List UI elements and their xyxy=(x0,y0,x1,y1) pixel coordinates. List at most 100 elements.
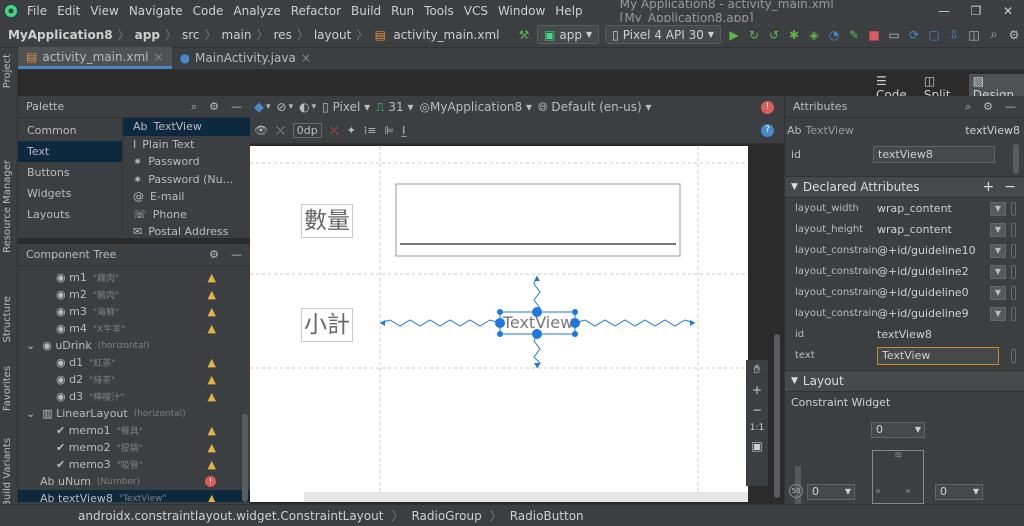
resource-picker-icon[interactable] xyxy=(1011,243,1016,258)
chevron-down-icon[interactable]: ▼ xyxy=(990,201,1006,216)
attributes-scrollbar[interactable] xyxy=(1013,144,1019,174)
palette-category-buttons[interactable]: Buttons xyxy=(18,162,122,183)
folder-icon[interactable]: ▭ xyxy=(884,28,904,42)
minimize-panel-icon[interactable]: — xyxy=(231,248,242,261)
margin-left-select[interactable]: 0 ▼ xyxy=(807,484,855,500)
sync-icon[interactable]: ⟳ xyxy=(904,28,924,42)
minimize-panel-icon[interactable]: — xyxy=(231,100,242,114)
tree-row-selected[interactable]: Ab textView8 "TextView" ▲ xyxy=(18,490,250,502)
resource-picker-icon[interactable] xyxy=(1011,264,1016,279)
sdk-manager-icon[interactable]: ⇩ xyxy=(944,28,964,42)
text-attribute-input[interactable]: TextView xyxy=(877,346,999,365)
gear-icon[interactable]: ⚙ xyxy=(209,100,219,114)
margin-top-select[interactable]: 0 ▼ xyxy=(871,422,925,438)
warning-icon[interactable]: ▲ xyxy=(208,322,216,335)
tree-row[interactable]: Ab uNum (Number)! xyxy=(18,473,250,490)
tree-row[interactable]: ✔ memo1 "餐具" ▲ xyxy=(18,422,250,439)
menu-file[interactable]: File xyxy=(22,4,52,18)
project-tool-tab[interactable]: Project xyxy=(2,54,13,88)
stop-icon[interactable]: ■ xyxy=(864,28,884,42)
selected-textview[interactable]: TextView xyxy=(502,313,574,333)
chevron-down-icon[interactable]: ▼ xyxy=(990,306,1006,321)
warning-icon[interactable]: ▲ xyxy=(208,288,216,301)
tree-row[interactable]: ⌄ ▥ LinearLayout (horizontal) xyxy=(18,405,250,422)
tree-row[interactable]: ◉ m2 "豬肉" ▲ xyxy=(18,286,250,303)
attach-debugger-icon[interactable]: ✎ xyxy=(844,28,864,42)
menu-tools[interactable]: Tools xyxy=(419,4,459,18)
gear-icon[interactable]: ⚙ xyxy=(209,248,219,261)
layers-icon[interactable]: ◆ xyxy=(254,100,264,115)
zoom-fit-icon[interactable]: ▣ xyxy=(751,439,762,453)
structure-tool-tab[interactable]: Structure xyxy=(2,296,13,343)
resource-picker-icon[interactable] xyxy=(1011,285,1016,300)
tab-main-activity[interactable]: ● MainActivity.java × xyxy=(172,47,319,69)
attribute-row[interactable]: id textView8 xyxy=(785,324,1024,345)
palette-item[interactable]: ☏ Phone xyxy=(123,206,250,224)
infer-constraints-icon[interactable]: ✦ xyxy=(347,124,356,137)
palette-item[interactable]: ⁕ Password xyxy=(123,153,250,171)
warning-icon[interactable]: ▲ xyxy=(208,271,216,284)
search-icon[interactable]: ⌕ xyxy=(965,100,971,114)
warning-icon[interactable]: ▲ xyxy=(208,356,216,369)
tree-row[interactable]: ⌄ ◉ uDrink (horizontal) xyxy=(18,337,250,354)
pan-icon[interactable]: ✋︎ xyxy=(754,362,761,377)
palette-item[interactable]: @ E-mail xyxy=(123,188,250,206)
warning-icon[interactable]: ▲ xyxy=(208,441,216,454)
breadcrumb-src[interactable]: src xyxy=(179,28,203,42)
gear-icon[interactable]: ⚙ xyxy=(983,100,993,114)
help-icon[interactable]: ? xyxy=(761,124,774,137)
warning-icon[interactable]: ▲ xyxy=(208,390,216,403)
margin-right-select[interactable]: 0 ▼ xyxy=(935,484,983,500)
layout-section[interactable]: ▼ Layout xyxy=(785,370,1024,392)
profile-icon[interactable]: ◔ xyxy=(824,28,844,42)
minimize-panel-icon[interactable]: — xyxy=(1005,100,1016,114)
search-icon[interactable]: ⌕ xyxy=(984,27,1004,42)
palette-item[interactable]: Ab TextView xyxy=(123,118,250,136)
id-input[interactable]: textView8 xyxy=(873,145,995,163)
palette-item[interactable]: ⁕ Password (Nu... xyxy=(123,171,250,189)
palette-category-widgets[interactable]: Widgets xyxy=(18,183,122,204)
status-crumb-radiogroup[interactable]: RadioGroup xyxy=(411,509,481,523)
run-icon[interactable]: ▶ xyxy=(724,28,744,42)
breadcrumb-main[interactable]: main xyxy=(219,28,255,42)
warning-icon[interactable]: ▲ xyxy=(208,424,216,437)
tree-row[interactable]: ◉ d3 "檸檬汁" ▲ xyxy=(18,388,250,405)
chevron-down-icon[interactable]: ⌄ xyxy=(26,407,35,420)
error-icon[interactable]: ! xyxy=(761,100,774,114)
align-icon[interactable]: ⊫ xyxy=(385,124,395,137)
palette-category-layouts[interactable]: Layouts xyxy=(18,204,122,225)
breadcrumb-file[interactable]: activity_main.xml xyxy=(390,28,502,42)
tree-scrollbar[interactable] xyxy=(242,414,248,502)
status-crumb-radiobutton[interactable]: RadioButton xyxy=(510,509,584,523)
theme-select[interactable]: ◎MyApplication8 ▾ xyxy=(420,100,532,114)
attribute-value[interactable]: textView8 xyxy=(877,328,1024,341)
restore-icon[interactable]: ❐ xyxy=(960,4,992,18)
resource-picker-icon[interactable] xyxy=(1011,348,1016,363)
chevron-down-icon[interactable]: ▼ xyxy=(990,264,1006,279)
tree-row[interactable]: ◉ d2 "綠茶" ▲ xyxy=(18,371,250,388)
build-variants-tool-tab[interactable]: Build Variants xyxy=(2,438,13,507)
attribute-row[interactable]: layout_constrain...@+id/guideline10▼ xyxy=(785,240,1024,261)
clear-constraints-icon[interactable]: ⤫ xyxy=(330,124,339,138)
status-crumb-constraintlayout[interactable]: androidx.constraintlayout.widget.Constra… xyxy=(0,509,383,523)
attribute-row[interactable]: text TextView xyxy=(785,345,1024,366)
run-config-select[interactable]: ▣ app ▼ xyxy=(537,25,600,44)
attribute-row[interactable]: layout_width wrap_content ▼ xyxy=(785,198,1024,219)
tree-row[interactable]: ◉ m1 "雞肉" ▲ xyxy=(18,269,250,286)
menu-analyze[interactable]: Analyze xyxy=(228,4,285,18)
zoom-out-icon[interactable]: − xyxy=(752,403,762,417)
breadcrumb-project[interactable]: MyApplication8 xyxy=(0,28,116,42)
menu-edit[interactable]: Edit xyxy=(52,4,85,18)
warning-icon[interactable]: ▲ xyxy=(208,373,216,386)
breadcrumb-app[interactable]: app xyxy=(132,28,163,42)
attribute-row[interactable]: layout_constrain...@+id/guideline0▼ xyxy=(785,282,1024,303)
chevron-down-icon[interactable]: ▼ xyxy=(990,285,1006,300)
chevron-down-icon[interactable]: ▼ xyxy=(990,222,1006,237)
device-preview[interactable]: 數量 小計 TextView xyxy=(250,146,748,502)
debug-icon[interactable]: ✱ xyxy=(784,28,804,42)
apply-code-changes-icon[interactable]: ↺ xyxy=(764,28,784,42)
tree-row[interactable]: ◉ m3 "海鮮" ▲ xyxy=(18,303,250,320)
chevron-down-icon[interactable]: ▼ xyxy=(990,243,1006,258)
subtotal-label[interactable]: 小計 xyxy=(301,308,353,342)
night-mode-icon[interactable]: ◐ xyxy=(299,100,309,114)
